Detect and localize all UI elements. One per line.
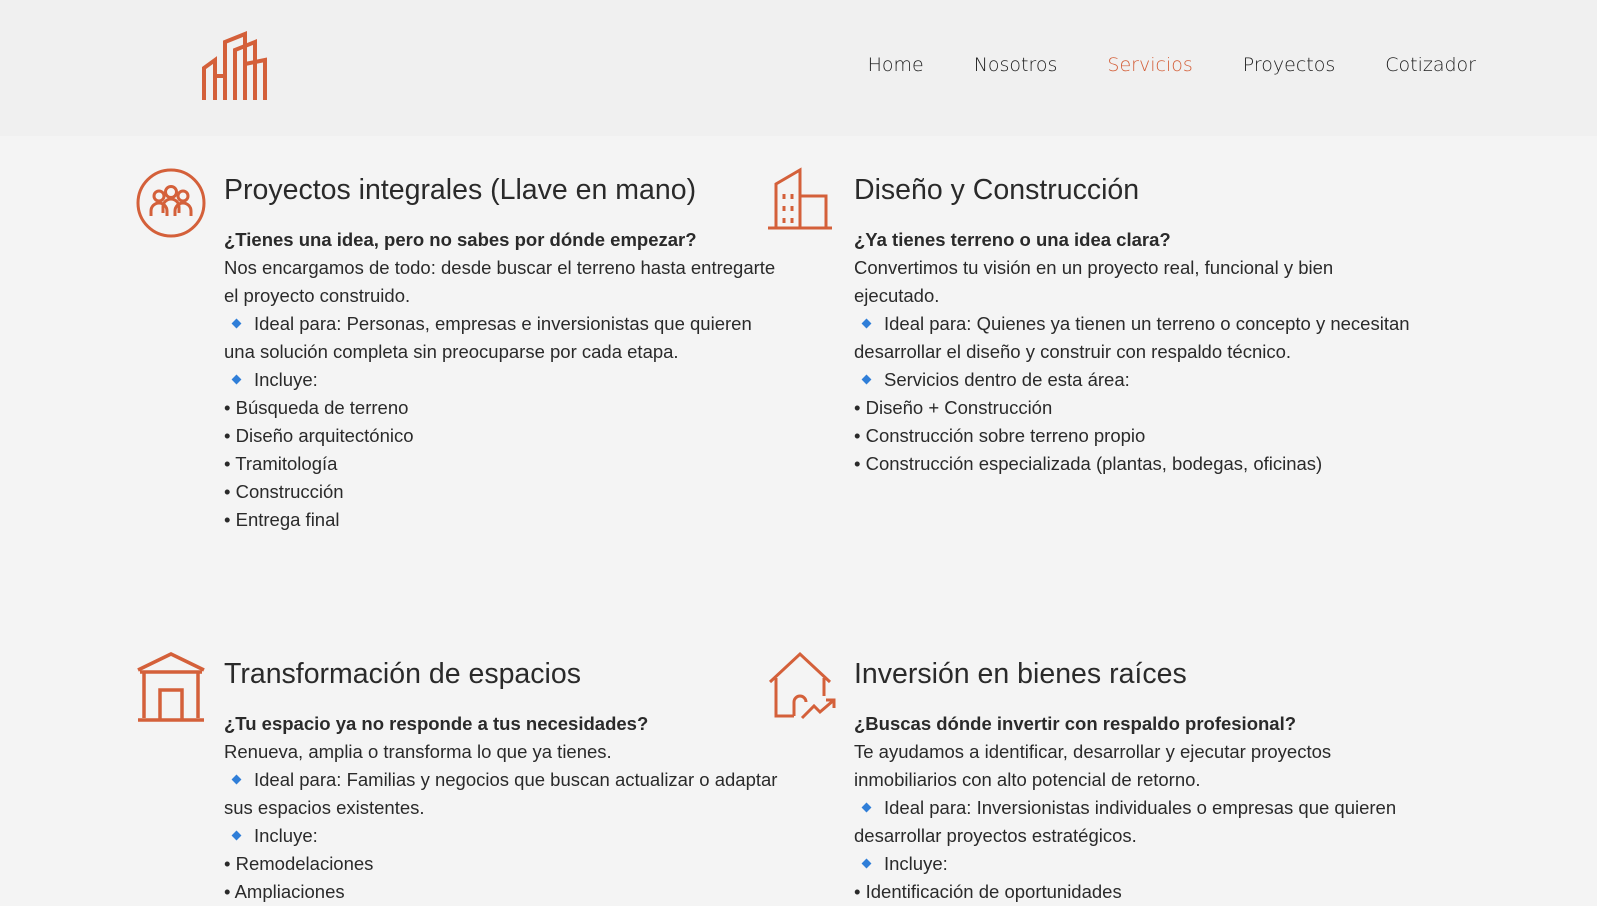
list-item: • Construcción especializada (plantas, b…	[854, 453, 1323, 474]
card-ideal: Ideal para: Familias y negocios que busc…	[224, 769, 778, 818]
service-card-integrales: Proyectos integrales (Llave en mano) ¿Ti…	[136, 168, 784, 534]
house-growth-icon	[768, 651, 836, 720]
people-circle-icon	[136, 168, 206, 238]
nav-proyectos[interactable]: Proyectos	[1243, 54, 1336, 76]
storefront-icon	[137, 652, 205, 722]
diamond-bullet-icon	[231, 774, 242, 785]
list-item: • Tramitología	[224, 453, 338, 474]
card-includes: Incluye:	[224, 366, 784, 394]
card-title: Diseño y Construcción	[854, 174, 1140, 206]
list-item: • Identificación de oportunidades	[854, 881, 1122, 902]
diamond-bullet-icon	[861, 318, 872, 329]
card-description: Renueva, amplia o transforma lo que ya t…	[224, 741, 612, 762]
card-ideal: Ideal para: Inversionistas individuales …	[854, 797, 1397, 846]
list-item: • Búsqueda de terreno	[224, 397, 409, 418]
nav-servicios[interactable]: Servicios	[1107, 54, 1192, 76]
card-includes: Servicios dentro de esta área:	[854, 366, 1414, 394]
card-description: Te ayudamos a identificar, desarrollar y…	[854, 741, 1332, 790]
diamond-bullet-icon	[231, 830, 242, 841]
list-item: • Construcción	[224, 481, 344, 502]
card-includes: Incluye:	[224, 822, 784, 850]
diamond-bullet-icon	[231, 318, 242, 329]
buildings-logo-icon[interactable]	[201, 30, 269, 102]
card-question: ¿Tienes una idea, pero no sabes por dónd…	[224, 229, 697, 250]
main-nav: Home Nosotros Servicios Proyectos Cotiza…	[868, 54, 1476, 76]
list-item: • Remodelaciones	[224, 853, 374, 874]
service-card-transformacion: Transformación de espacios ¿Tu espacio y…	[137, 652, 784, 906]
card-question: ¿Tu espacio ya no responde a tus necesid…	[224, 713, 649, 734]
building-icon	[768, 167, 832, 230]
card-question: ¿Ya tienes terreno o una idea clara?	[854, 229, 1171, 250]
card-includes: Incluye:	[854, 850, 1414, 878]
list-item: • Ampliaciones	[224, 881, 345, 902]
card-ideal: Ideal para: Quienes ya tienen un terreno…	[854, 313, 1410, 362]
service-card-inversion: Inversión en bienes raíces ¿Buscas dónde…	[768, 651, 1414, 906]
nav-home[interactable]: Home	[868, 54, 924, 76]
site-header: Home Nosotros Servicios Proyectos Cotiza…	[0, 0, 1597, 136]
diamond-bullet-icon	[861, 374, 872, 385]
card-title: Proyectos integrales (Llave en mano)	[224, 174, 697, 206]
card-title: Transformación de espacios	[224, 658, 581, 690]
nav-nosotros[interactable]: Nosotros	[974, 54, 1058, 76]
list-item: • Diseño + Construcción	[854, 397, 1053, 418]
card-description: Nos encargamos de todo: desde buscar el …	[224, 257, 776, 306]
diamond-bullet-icon	[861, 802, 872, 813]
diamond-bullet-icon	[861, 858, 872, 869]
card-question: ¿Buscas dónde invertir con respaldo prof…	[854, 713, 1297, 734]
list-item: • Construcción sobre terreno propio	[854, 425, 1146, 446]
nav-cotizador[interactable]: Cotizador	[1385, 54, 1476, 76]
service-card-diseno: Diseño y Construcción ¿Ya tienes terreno…	[768, 167, 1414, 478]
card-title: Inversión en bienes raíces	[854, 658, 1187, 690]
list-item: • Entrega final	[224, 509, 340, 530]
card-ideal: Ideal para: Personas, empresas e inversi…	[224, 313, 752, 362]
diamond-bullet-icon	[231, 374, 242, 385]
list-item: • Diseño arquitectónico	[224, 425, 414, 446]
card-description: Convertimos tu visión en un proyecto rea…	[854, 257, 1334, 306]
